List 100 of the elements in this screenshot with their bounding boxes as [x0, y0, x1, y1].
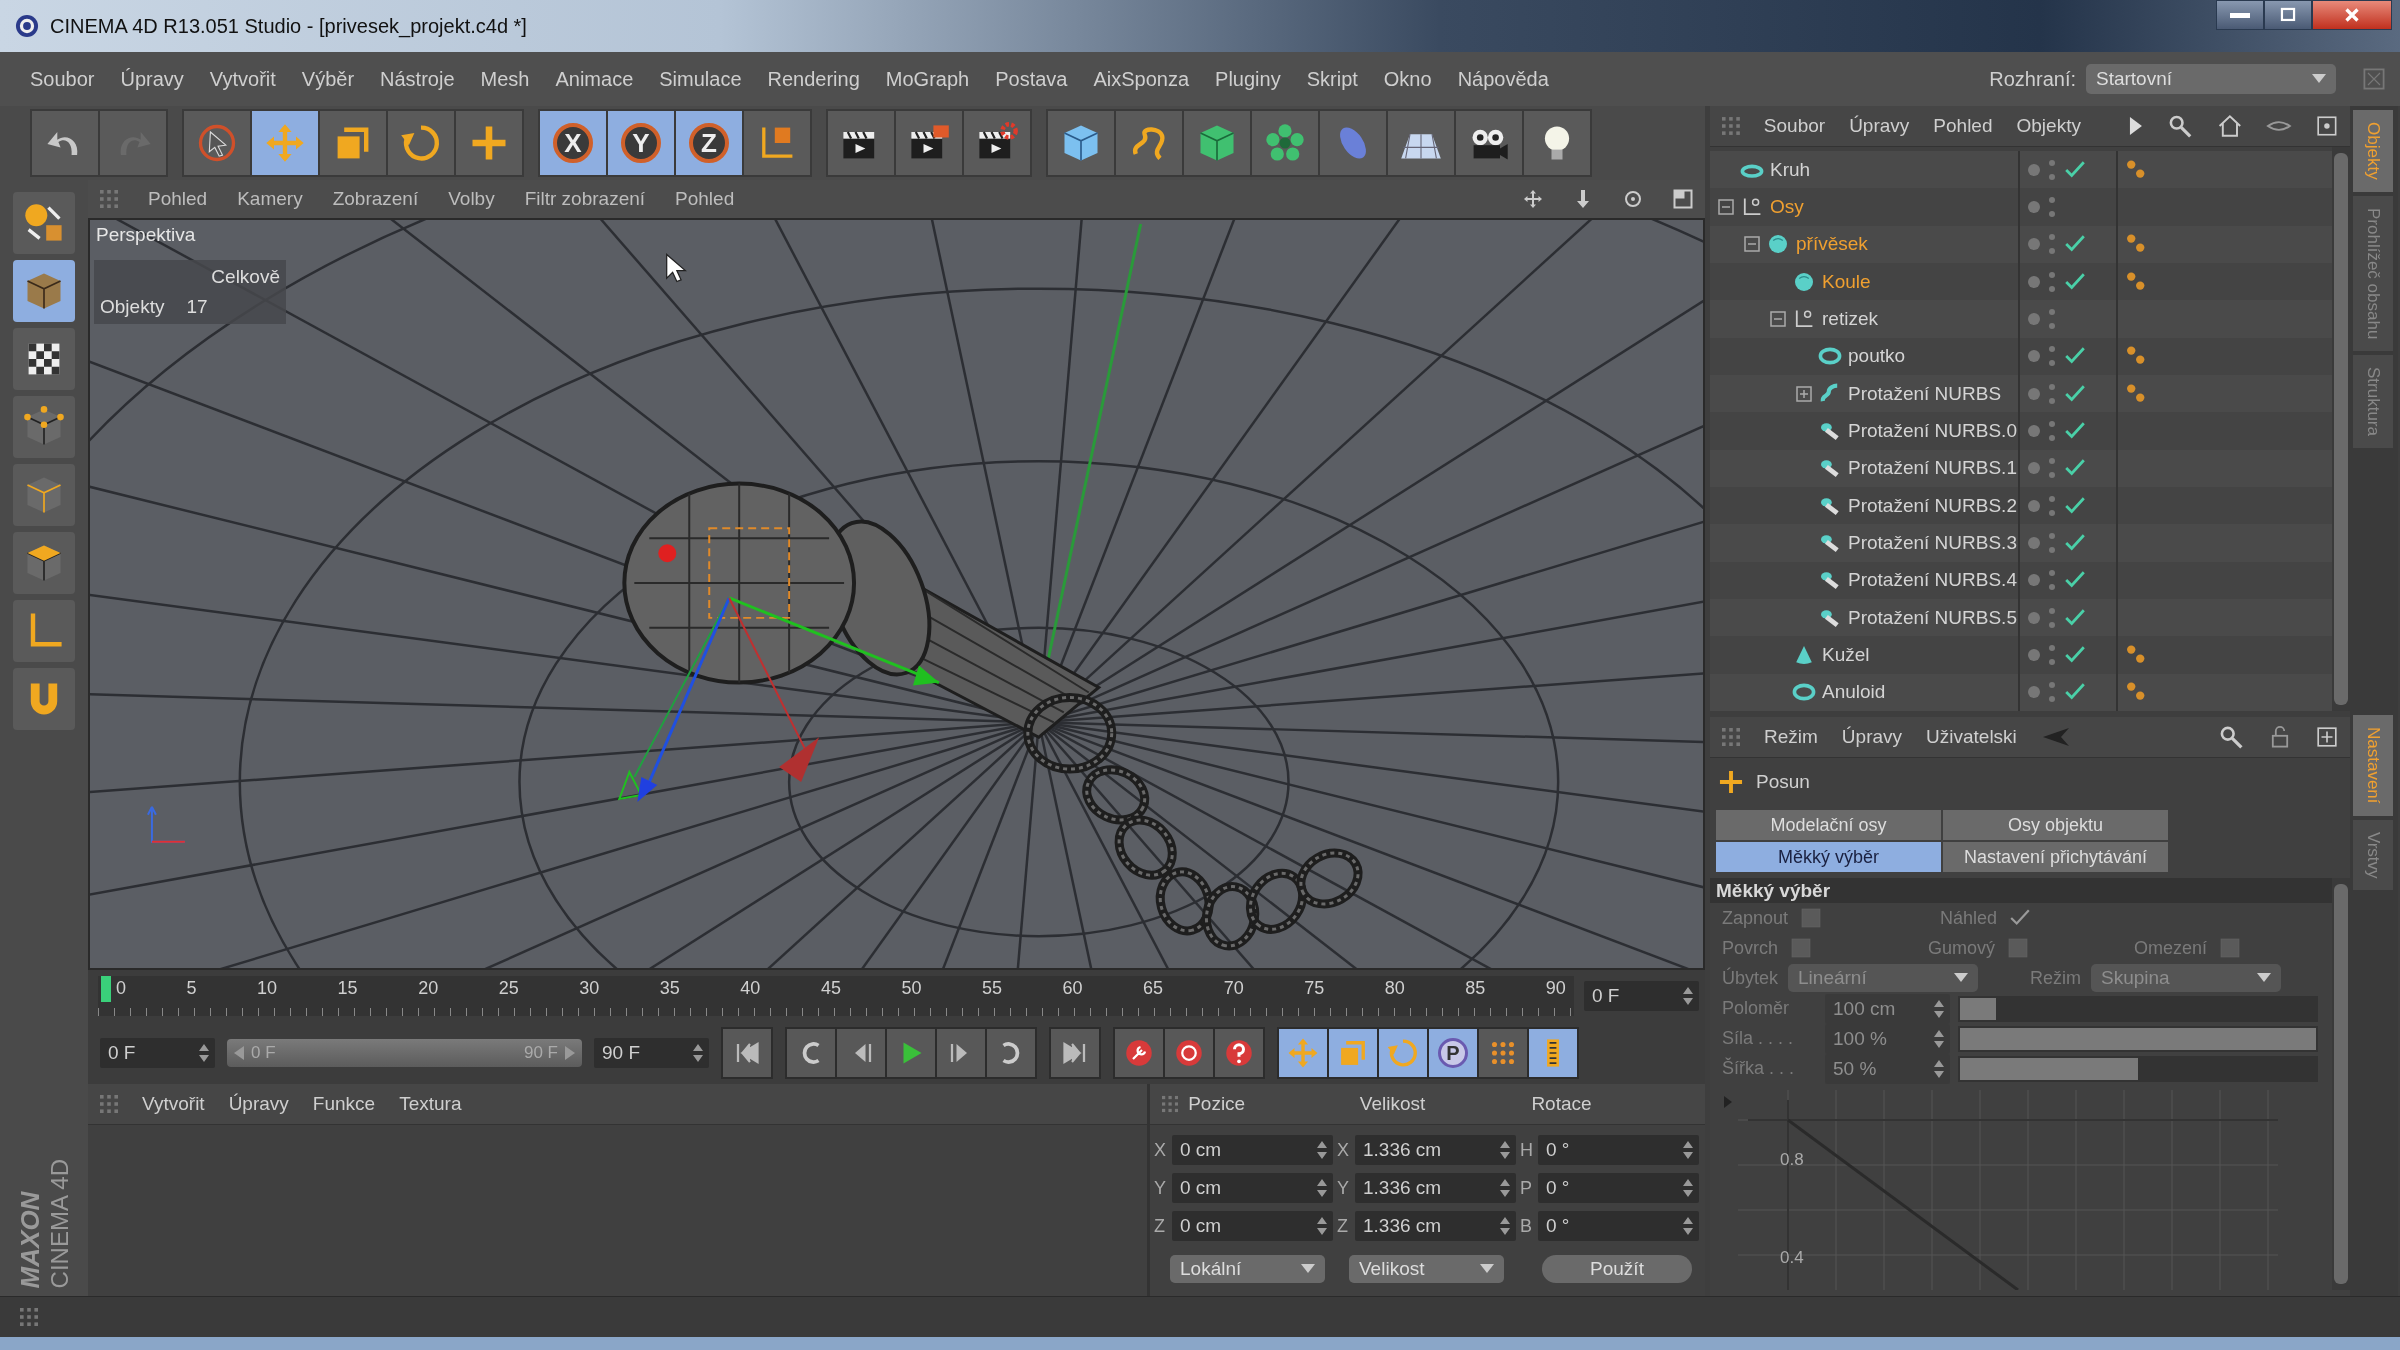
object-name[interactable]: Protažení NURBS.0: [1848, 419, 2017, 442]
next-frame-button[interactable]: [937, 1029, 985, 1077]
spinner-icon[interactable]: [1934, 1029, 1944, 1048]
object-row[interactable]: Protažení NURBS: [1710, 374, 2332, 413]
tab[interactable]: Osy objektu: [1943, 810, 2168, 840]
light-button[interactable]: [1524, 111, 1590, 175]
panel-grip-icon[interactable]: [100, 1095, 118, 1113]
dropdown[interactable]: Velikost: [1349, 1255, 1504, 1283]
menu-item[interactable]: Režim: [1764, 726, 1818, 748]
menu-item[interactable]: Soubor: [1763, 115, 1826, 137]
close-button[interactable]: [2312, 0, 2392, 30]
menu-item[interactable]: Úpravy: [1841, 726, 1903, 748]
model-mode-button[interactable]: [13, 260, 75, 322]
axis-mode-button[interactable]: [13, 600, 75, 662]
menu-item[interactable]: Funkce: [312, 1093, 376, 1115]
object-row[interactable]: Protažení NURBS.5: [1710, 598, 2332, 637]
expand-icon[interactable]: [1796, 385, 1812, 402]
object-name[interactable]: Anuloid: [1822, 681, 1886, 704]
autokey-button[interactable]: [1165, 1029, 1213, 1077]
menu-item[interactable]: Postava: [995, 67, 1068, 91]
viewport[interactable]: Perspektiva Celkově Objekty 17: [88, 218, 1705, 970]
object-name[interactable]: Protažení NURBS.2: [1848, 494, 2017, 517]
menu-item[interactable]: Úpravy: [228, 1093, 289, 1115]
object-row[interactable]: retizek: [1710, 300, 2332, 338]
menu-item[interactable]: Nápověda: [1457, 67, 1549, 91]
go-to-end-button[interactable]: [1051, 1029, 1099, 1077]
spinner-icon[interactable]: [1934, 1059, 1944, 1078]
rotate-tool-button[interactable]: [388, 111, 454, 175]
spinner-icon[interactable]: [199, 1044, 209, 1062]
object-row[interactable]: Anuloid: [1710, 673, 2332, 711]
coordinate-system-button[interactable]: [744, 111, 810, 175]
object-name[interactable]: retizek: [1822, 307, 1878, 330]
cube-button[interactable]: [1048, 111, 1114, 175]
spinner-icon[interactable]: [1317, 1179, 1327, 1197]
keyframe-selection-button[interactable]: [1215, 1029, 1263, 1077]
object-name[interactable]: Protažení NURBS.1: [1848, 457, 2017, 480]
menu-item[interactable]: Výběr: [301, 67, 355, 91]
number-field[interactable]: 1.336 cm: [1355, 1135, 1516, 1165]
object-row[interactable]: Osy: [1710, 188, 2332, 226]
workplane-button[interactable]: [13, 192, 75, 254]
start-frame-field[interactable]: 0 F: [100, 1038, 215, 1068]
menu-item[interactable]: Kamery: [237, 188, 303, 210]
maximize-button[interactable]: [2264, 0, 2312, 30]
scrollbar[interactable]: [2332, 878, 2350, 1290]
menu-item[interactable]: Vytvořit: [209, 67, 276, 91]
live-selection-button[interactable]: [184, 111, 250, 175]
number-field[interactable]: 0 °: [1538, 1173, 1699, 1203]
axis-lock-button[interactable]: X: [540, 111, 606, 175]
parameter-button[interactable]: P: [1429, 1029, 1477, 1077]
menu-item[interactable]: Pohled: [675, 188, 735, 210]
scrollbar-thumb[interactable]: [2334, 884, 2348, 1284]
previous-frame-button[interactable]: [837, 1029, 885, 1077]
scrollbar[interactable]: [2332, 147, 2350, 711]
menu-item[interactable]: AixSponza: [1093, 67, 1190, 91]
menu-item[interactable]: Vytvořit: [142, 1093, 205, 1115]
menu-item[interactable]: Pluginy: [1215, 67, 1281, 91]
undo-button[interactable]: [32, 111, 98, 175]
object-name[interactable]: poutko: [1848, 345, 1906, 368]
menu-item[interactable]: Soubor: [30, 67, 95, 91]
camera-button[interactable]: [1456, 111, 1522, 175]
apply-button[interactable]: Použít: [1542, 1255, 1692, 1283]
panel-menu-icon[interactable]: [2316, 115, 2339, 137]
menu-item[interactable]: Úpravy: [1849, 115, 1910, 137]
scrollbar-thumb[interactable]: [2334, 153, 2348, 705]
nurbs-button[interactable]: [1184, 111, 1250, 175]
object-name[interactable]: Kruh: [1770, 158, 1811, 181]
maximize-view-icon[interactable]: [1673, 189, 1693, 209]
end-frame-field[interactable]: 90 F: [594, 1038, 709, 1068]
add-object-button[interactable]: [456, 111, 522, 175]
number-field[interactable]: 0 °: [1538, 1211, 1699, 1241]
play-arrow-icon[interactable]: [2128, 117, 2143, 135]
tab[interactable]: Modelační osy: [1716, 810, 1941, 840]
orbit-icon[interactable]: [1623, 189, 1643, 209]
axis-lock-button[interactable]: Z: [676, 111, 742, 175]
object-row[interactable]: Protažení NURBS.1: [1710, 449, 2332, 487]
pan-icon[interactable]: [1523, 189, 1543, 209]
object-name[interactable]: přívěsek: [1796, 233, 1868, 256]
menu-item[interactable]: MoGraph: [885, 67, 970, 91]
spinner-icon[interactable]: [1500, 1141, 1510, 1159]
object-name[interactable]: Kužel: [1822, 643, 1870, 666]
menu-item[interactable]: Simulace: [659, 67, 742, 91]
object-row[interactable]: Koule: [1710, 263, 2332, 301]
menu-item[interactable]: Zobrazení: [332, 188, 419, 210]
menu-item[interactable]: Uživatelski: [1926, 726, 2017, 748]
object-row[interactable]: poutko: [1710, 337, 2332, 375]
object-row[interactable]: Kužel: [1710, 636, 2332, 674]
spinner-icon[interactable]: [1683, 1179, 1693, 1197]
object-name[interactable]: Osy: [1770, 196, 1804, 218]
array-button[interactable]: [1252, 111, 1318, 175]
panel-toggle-icon[interactable]: [2362, 67, 2386, 91]
spinner-icon[interactable]: [1683, 1217, 1693, 1235]
object-name[interactable]: Protažení NURBS: [1848, 382, 2002, 405]
polygons-mode-button[interactable]: [13, 532, 75, 594]
menu-item[interactable]: Filtr zobrazení: [524, 188, 646, 210]
object-row[interactable]: Protažení NURBS.2: [1710, 486, 2332, 525]
object-row[interactable]: přívěsek: [1710, 225, 2332, 263]
menu-item[interactable]: Mesh: [480, 67, 530, 91]
number-field[interactable]: 0 cm: [1172, 1135, 1333, 1165]
menu-item[interactable]: Skript: [1306, 67, 1358, 91]
frame-field[interactable]: 0 F: [1584, 981, 1699, 1011]
